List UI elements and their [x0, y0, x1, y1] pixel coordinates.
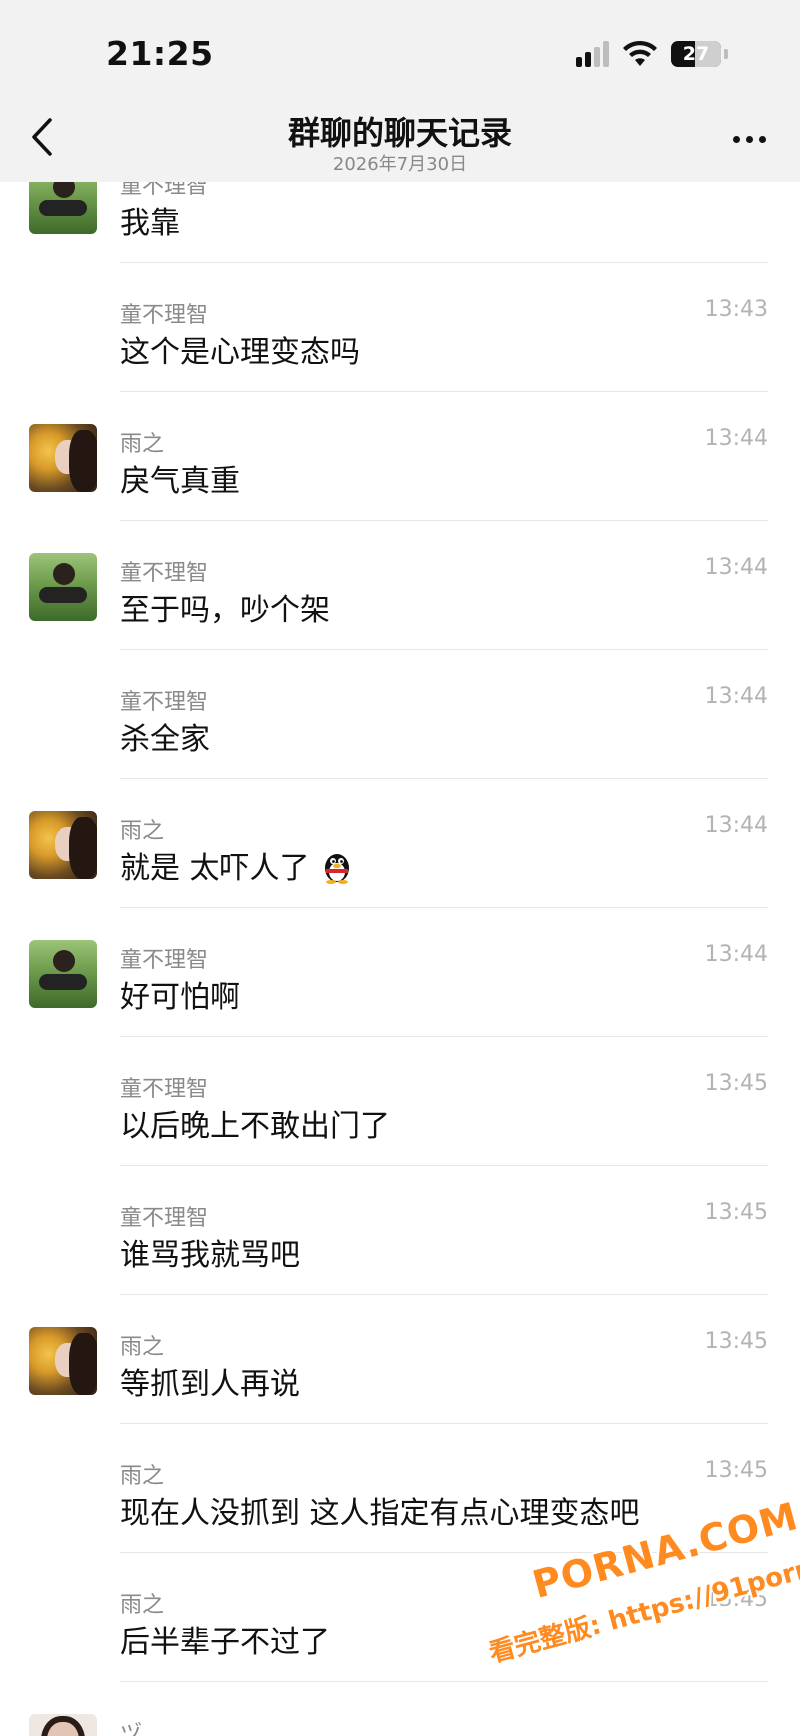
message-sender: 童不理智	[120, 303, 209, 328]
message-row[interactable]: 雨之 13:44 戾气真重	[0, 400, 800, 529]
message-text-content: 至于吗，吵个架	[120, 593, 330, 628]
message-time: 13:45	[704, 1587, 768, 1612]
message-divider	[120, 778, 768, 779]
message-text-content: 谁骂我就骂吧	[120, 1238, 300, 1273]
message-time: 13:44	[704, 426, 768, 451]
message-divider	[120, 262, 768, 263]
message-time: 13:45	[704, 1458, 768, 1483]
battery-level: 27	[682, 43, 710, 65]
status-icons: 27	[576, 36, 728, 72]
message-sender: 童不理智	[120, 690, 209, 715]
message-row[interactable]: ヅ	[0, 1690, 800, 1736]
message-text: 现在人没抓到 这人指定有点心理变态吧	[120, 1488, 640, 1532]
message-divider	[120, 391, 768, 392]
message-text-content: 杀全家	[120, 722, 210, 757]
message-divider	[120, 1681, 768, 1682]
page-title: 群聊的聊天记录	[287, 114, 512, 152]
message-divider	[120, 1552, 768, 1553]
message-sender: 雨之	[120, 819, 165, 844]
message-time: 13:45	[704, 1200, 768, 1225]
message-time: 13:44	[704, 942, 768, 967]
message-time: 13:45	[704, 1071, 768, 1096]
message-sender: ヅ	[120, 1722, 143, 1736]
message-sender: 雨之	[120, 1335, 165, 1360]
message-divider	[120, 1165, 768, 1166]
status-time: 21:25	[106, 34, 214, 73]
message-row[interactable]: 童不理智 13:44 好可怕啊	[0, 916, 800, 1045]
chat-history-screen: 童不理智 我靠 童不理智 13:43 这个是心理变态吗 雨之 13:44 戾气真重 童不理智 13…	[0, 0, 800, 1736]
message-row[interactable]: 童不理智 13:45 以后晚上不敢出门了	[0, 1045, 800, 1174]
avatar[interactable]	[29, 424, 97, 492]
message-time: 13:44	[704, 684, 768, 709]
message-time: 13:43	[704, 297, 768, 322]
avatar[interactable]	[29, 940, 97, 1008]
wifi-icon	[623, 40, 657, 66]
avatar[interactable]	[29, 553, 97, 621]
page-subtitle: 2026年7月30日	[332, 154, 468, 175]
message-time: 13:45	[704, 1329, 768, 1354]
message-sender: 童不理智	[120, 561, 209, 586]
top-bar: 21:25 27 群聊的聊天记录 2026年7月30日	[0, 0, 800, 182]
message-divider	[120, 907, 768, 908]
message-text-content: 现在人没抓到 这人指定有点心理变态吧	[120, 1496, 640, 1531]
message-text-content: 好可怕啊	[120, 980, 240, 1015]
message-text-content: 就是 太吓人了	[120, 851, 310, 886]
message-text-content: 这个是心理变态吗	[120, 335, 360, 370]
message-divider	[120, 649, 768, 650]
message-text: 至于吗，吵个架	[120, 585, 330, 629]
message-text: 就是 太吓人了	[120, 843, 354, 887]
message-row[interactable]: 童不理智 13:44 至于吗，吵个架	[0, 529, 800, 658]
more-icon[interactable]	[733, 136, 766, 143]
avatar[interactable]	[29, 811, 97, 879]
message-row[interactable]: 雨之 13:45 后半辈子不过了	[0, 1561, 800, 1690]
message-row[interactable]: 童不理智 13:44 杀全家	[0, 658, 800, 787]
message-sender: 雨之	[120, 1464, 165, 1489]
message-text-content: 后半辈子不过了	[120, 1625, 330, 1660]
message-text-content: 以后晚上不敢出门了	[120, 1109, 390, 1144]
message-text-content: 等抓到人再说	[120, 1367, 300, 1402]
message-sender: 童不理智	[120, 948, 209, 973]
message-text: 这个是心理变态吗	[120, 327, 360, 371]
message-divider	[120, 1294, 768, 1295]
message-text: 后半辈子不过了	[120, 1617, 330, 1661]
message-sender: 雨之	[120, 1593, 165, 1618]
message-divider	[120, 520, 768, 521]
avatar[interactable]	[29, 1327, 97, 1395]
message-text-content: 我靠	[120, 206, 180, 241]
message-row[interactable]: 童不理智 13:43 这个是心理变态吗	[0, 271, 800, 400]
message-sender: 童不理智	[120, 1077, 209, 1102]
penguin-emoji	[324, 854, 349, 884]
message-sender: 童不理智	[120, 1206, 209, 1231]
message-divider	[120, 1423, 768, 1424]
message-row[interactable]: 雨之 13:44 就是 太吓人了	[0, 787, 800, 916]
message-time: 13:44	[704, 813, 768, 838]
message-text: 好可怕啊	[120, 972, 240, 1016]
message-text-content: 戾气真重	[120, 464, 240, 499]
message-divider	[120, 1036, 768, 1037]
message-text: 等抓到人再说	[120, 1359, 300, 1403]
avatar[interactable]	[29, 1714, 97, 1736]
message-text: 杀全家	[120, 714, 210, 758]
message-text: 戾气真重	[120, 456, 240, 500]
message-text: 谁骂我就骂吧	[120, 1230, 300, 1274]
message-row[interactable]: 雨之 13:45 等抓到人再说	[0, 1303, 800, 1432]
message-text: 以后晚上不敢出门了	[120, 1101, 390, 1145]
battery-icon: 27	[671, 41, 721, 67]
message-time: 13:44	[704, 555, 768, 580]
signal-icon	[576, 41, 609, 67]
message-text: 我靠	[120, 198, 180, 242]
message-sender: 雨之	[120, 432, 165, 457]
message-row[interactable]: 雨之 13:45 现在人没抓到 这人指定有点心理变态吧	[0, 1432, 800, 1561]
message-row[interactable]: 童不理智 13:45 谁骂我就骂吧	[0, 1174, 800, 1303]
